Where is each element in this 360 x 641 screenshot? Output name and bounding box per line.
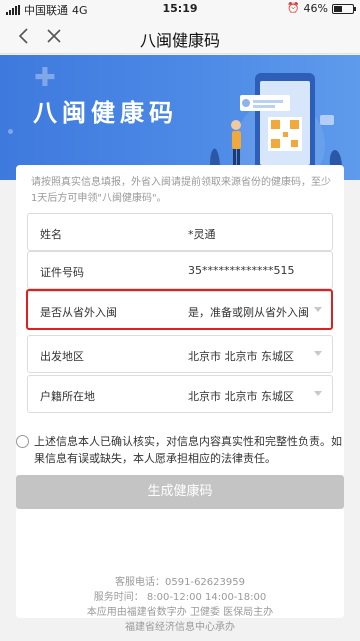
plus-decoration-icon: ✚ [34, 63, 56, 93]
field-value: 35*************515 [188, 264, 295, 277]
chevron-down-icon [314, 391, 322, 396]
alarm-icon: ⏰ [287, 3, 300, 14]
provider-text: 本应用由福建省数字办 卫健委 医保局主办 [86, 607, 274, 618]
banner: ✚ 八闽健康码 [0, 55, 360, 180]
field-label: 是否从省外入闽 [40, 306, 117, 319]
field-label: 出发地区 [40, 350, 84, 363]
notice-text: 请按照真实信息填报，外省入闽请提前领取来源省份的健康码，至少1天后方可申领"八闽… [31, 177, 331, 204]
operator-text: 福建省经济信息中心承办 [125, 622, 235, 633]
field-value: 北京市 北京市 东城区 [188, 390, 294, 403]
household-region-select[interactable]: 户籍所在地 北京市 北京市 东城区 [27, 375, 333, 413]
chevron-down-icon [314, 307, 322, 312]
from-other-province-select[interactable]: 是否从省外入闽 是，准备或刚从省外入闽 [27, 291, 333, 329]
battery-percent: 46% [303, 2, 328, 15]
status-right: ⏰ 46% [287, 2, 356, 15]
nav-bar: 八闽健康码 [0, 18, 360, 54]
field-label: 户籍所在地 [40, 390, 95, 403]
field-value: 是，准备或刚从省外入闽 [188, 306, 309, 319]
dot-decoration [8, 129, 13, 134]
chevron-down-icon [314, 351, 322, 356]
departure-region-select[interactable]: 出发地区 北京市 北京市 东城区 [27, 335, 333, 373]
field-label: 证件号码 [40, 266, 84, 279]
agreement-radio[interactable] [16, 435, 29, 448]
phone-illustration-icon [210, 73, 342, 180]
field-value: *灵通 [188, 228, 216, 241]
footer: 客服电话：0591-62623959 服务时间： 8:00-12:00 14:0… [16, 575, 344, 635]
name-field[interactable]: 姓名 *灵通 [27, 213, 333, 251]
form-card: 请按照真实信息填报，外省入闽请提前领取来源省份的健康码，至少1天后方可申领"八闽… [16, 165, 344, 633]
agreement-text: 上述信息本人已确认核实，对信息内容真实性和完整性负责。如果信息有误或缺失，本人愿… [34, 435, 342, 465]
hotline-text: 客服电话：0591-62623959 [115, 577, 245, 588]
status-bar: 中国联通 4G 15:19 ⏰ 46% [0, 0, 360, 18]
page-title: 八闽健康码 [139, 31, 220, 50]
battery-icon [332, 3, 356, 14]
id-number-field[interactable]: 证件号码 35*************515 [27, 251, 333, 289]
generate-code-button[interactable]: 生成健康码 [16, 475, 344, 509]
banner-title: 八闽健康码 [33, 99, 178, 127]
hours-text: 服务时间： 8:00-12:00 14:00-18:00 [93, 592, 267, 603]
field-value: 北京市 北京市 东城区 [188, 350, 294, 363]
field-label: 姓名 [40, 228, 62, 241]
